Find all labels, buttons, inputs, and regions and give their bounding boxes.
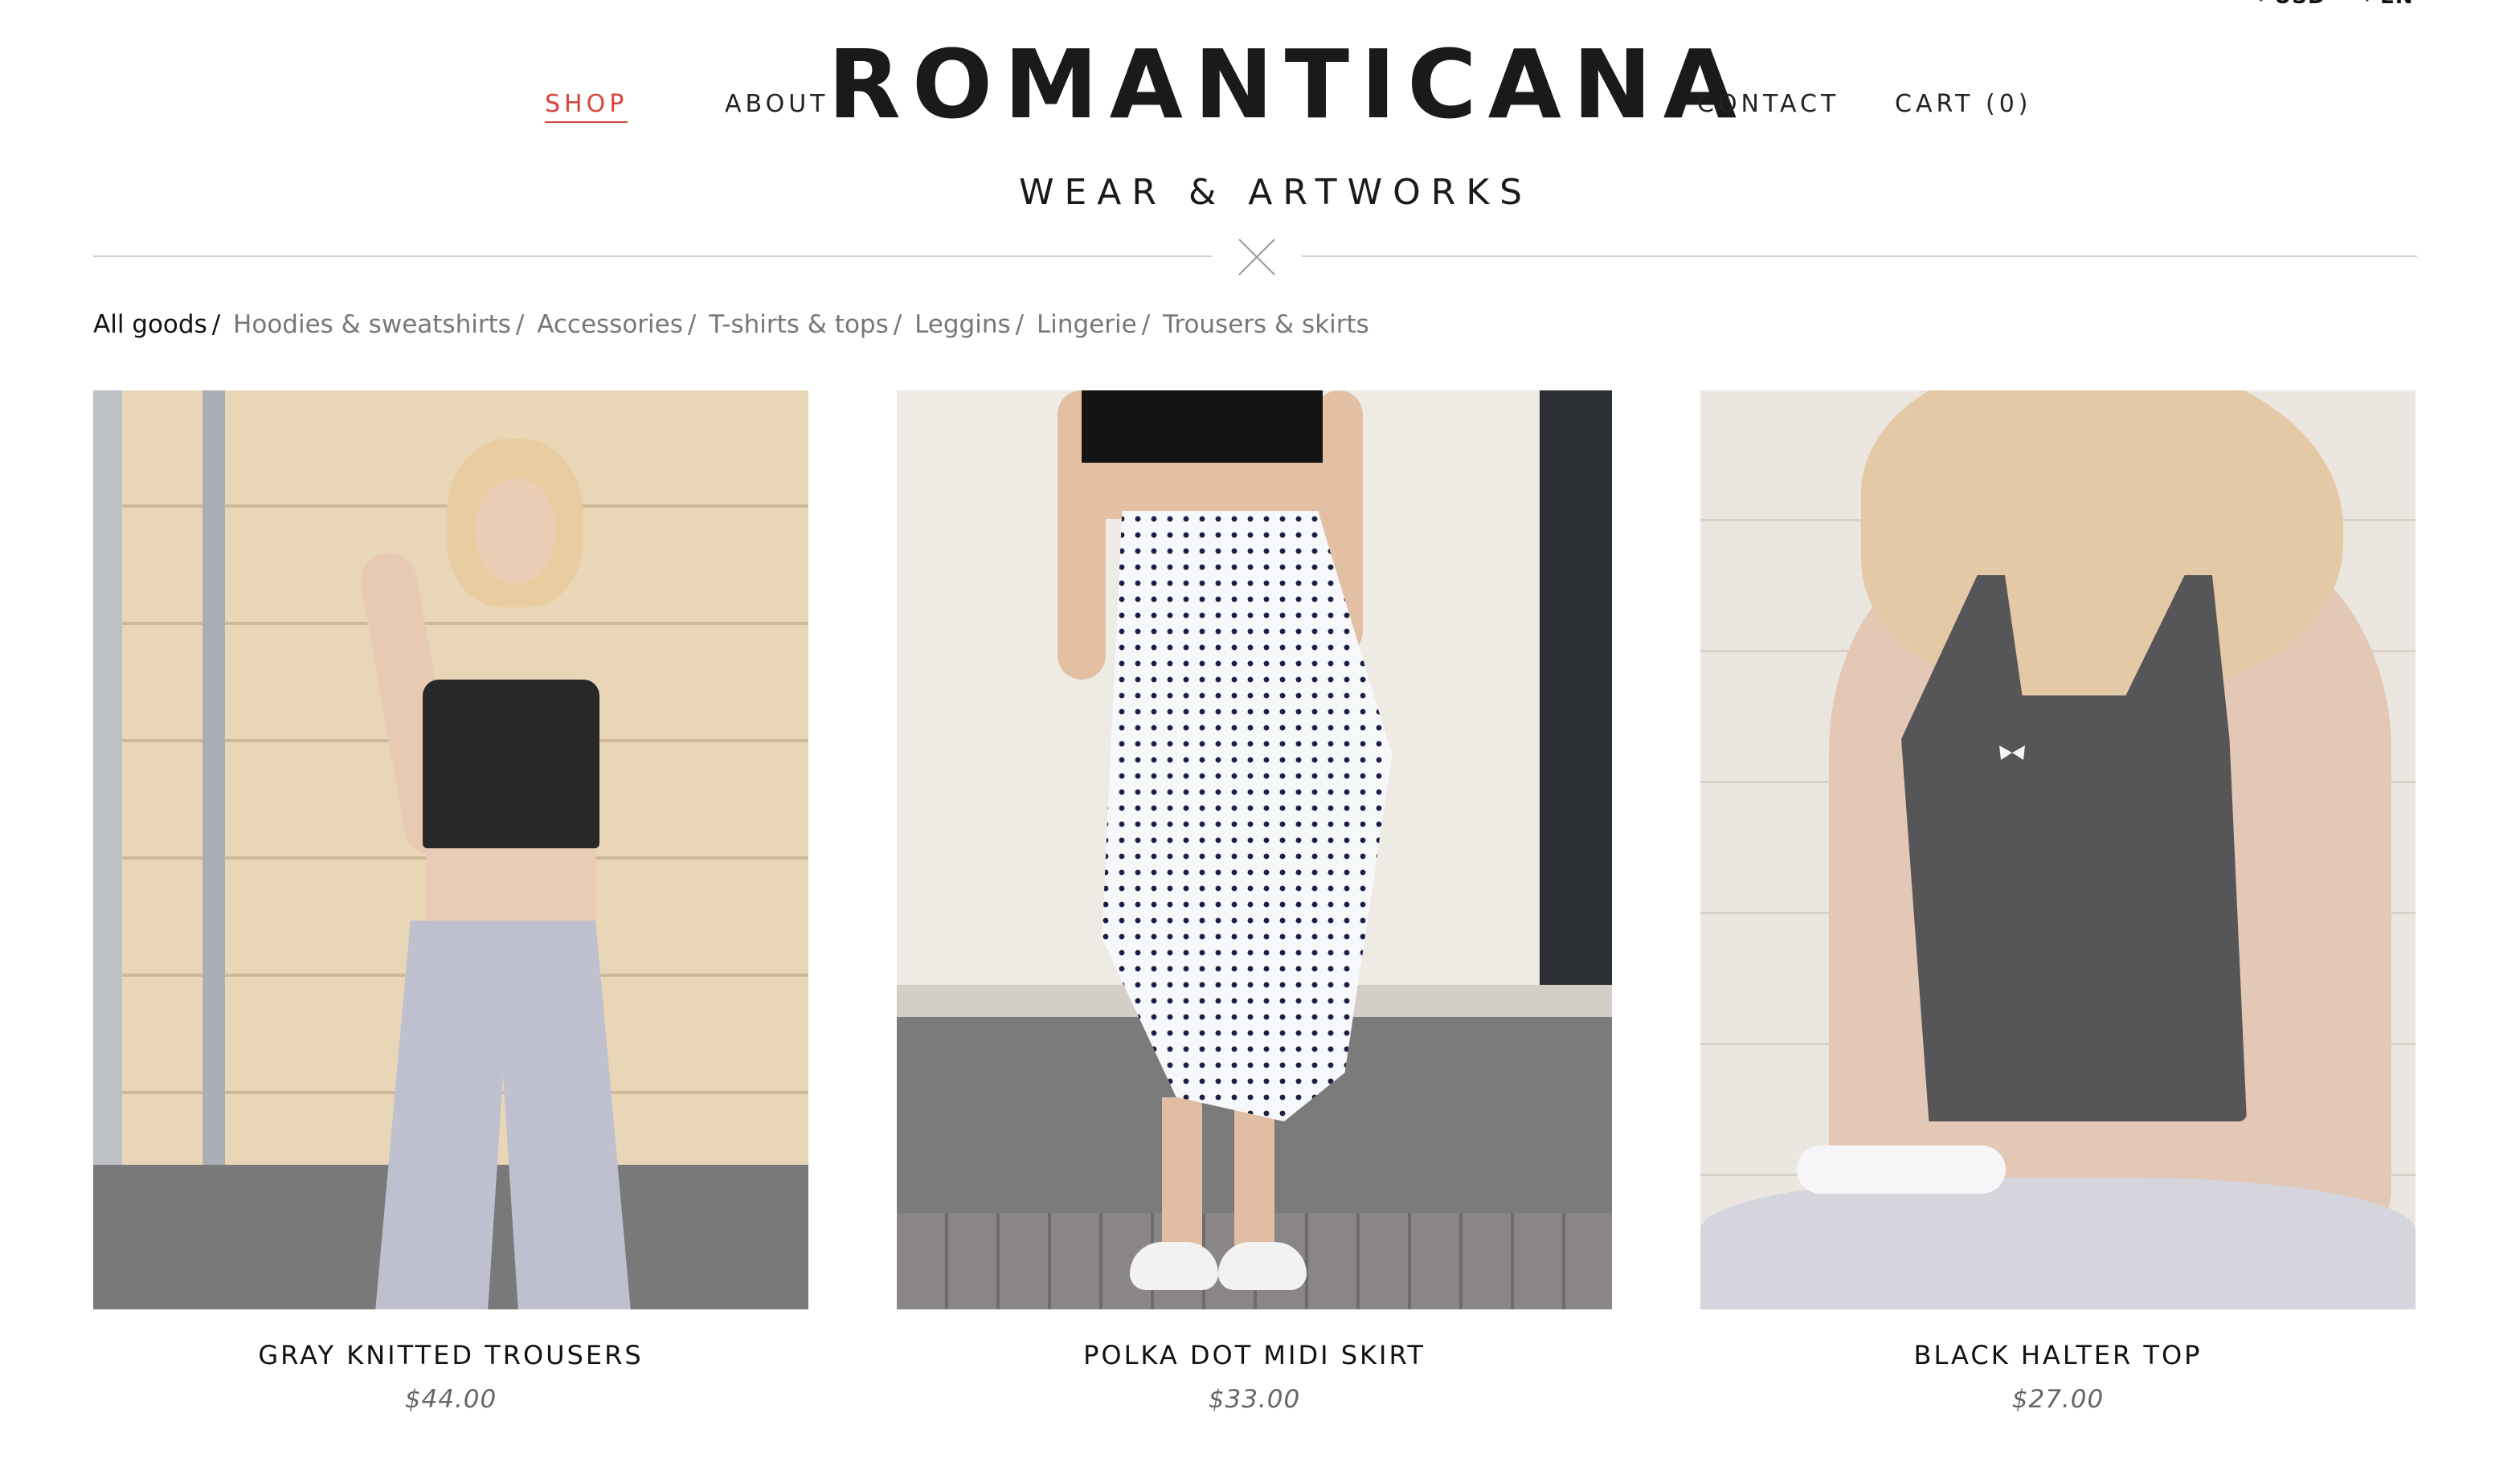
product-card[interactable]: POLKA DOT MIDI SKIRT $33.00 xyxy=(897,390,1612,1414)
category-separator: / xyxy=(515,310,525,339)
divider-left xyxy=(93,255,1212,257)
nav-about[interactable]: ABOUT xyxy=(725,90,828,118)
currency-switch[interactable]: ⟶ USD xyxy=(2232,0,2326,10)
category-lingerie[interactable]: Lingerie xyxy=(1037,310,1137,339)
category-filter: All goods / Hoodies & sweatshirts / Access… xyxy=(93,310,1369,339)
product-image[interactable] xyxy=(1700,390,2416,1309)
arrow-right-icon: ⟶ xyxy=(2338,0,2374,10)
product-image[interactable] xyxy=(897,390,1612,1309)
nav-contact[interactable]: CONTACT xyxy=(1697,90,1839,118)
site-logo[interactable]: ROMANTICANA xyxy=(828,24,1737,145)
nav-cart[interactable]: CART (0) xyxy=(1895,90,2032,118)
product-price: $33.00 xyxy=(1208,1385,1301,1414)
category-separator: / xyxy=(211,310,221,339)
product-name[interactable]: POLKA DOT MIDI SKIRT xyxy=(897,1340,1612,1370)
category-separator: / xyxy=(687,310,697,339)
product-price: $27.00 xyxy=(2011,1385,2105,1414)
currency-label: USD xyxy=(2274,0,2326,9)
cross-ornament-icon xyxy=(1238,239,1275,276)
arrow-right-icon: ⟶ xyxy=(2232,0,2268,10)
category-separator: / xyxy=(893,310,902,339)
category-separator: / xyxy=(1015,310,1025,339)
divider-right xyxy=(1302,255,2417,257)
category-hoodies[interactable]: Hoodies & sweatshirts xyxy=(233,310,511,339)
category-leggins[interactable]: Leggins xyxy=(914,310,1011,339)
site-tagline: WEAR & ARTWORKS xyxy=(1019,172,1533,213)
language-label: EN xyxy=(2380,0,2414,9)
language-switch[interactable]: ⟶ EN xyxy=(2338,0,2414,10)
product-image[interactable] xyxy=(93,390,808,1309)
category-accessories[interactable]: Accessories xyxy=(537,310,683,339)
nav-shop[interactable]: SHOP xyxy=(545,90,628,123)
category-tshirts-tops[interactable]: T-shirts & tops xyxy=(709,310,889,339)
category-all-goods[interactable]: All goods xyxy=(93,310,207,339)
product-price: $44.00 xyxy=(404,1385,497,1414)
product-name[interactable]: BLACK HALTER TOP xyxy=(1700,1340,2416,1370)
category-separator: / xyxy=(1141,310,1151,339)
product-name[interactable]: GRAY KNITTED TROUSERS xyxy=(93,1340,808,1370)
product-card[interactable]: BLACK HALTER TOP $27.00 xyxy=(1700,390,2416,1414)
product-card[interactable]: GRAY KNITTED TROUSERS $44.00 xyxy=(93,390,808,1414)
category-trousers-skirts[interactable]: Trousers & skirts xyxy=(1163,310,1369,339)
